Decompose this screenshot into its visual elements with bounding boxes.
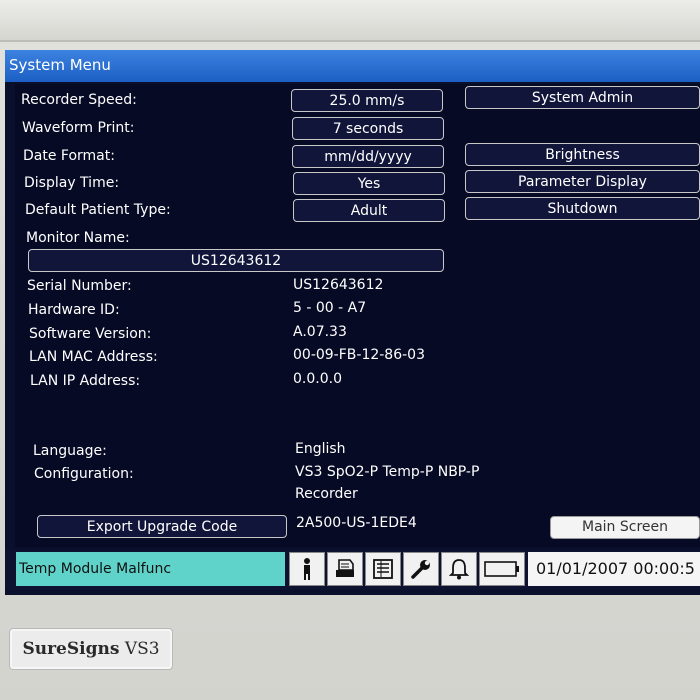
hardware-id-value: 5 - 00 - A7 — [293, 300, 367, 316]
date-format-button[interactable]: mm/dd/yyyy — [292, 145, 444, 168]
waveform-print-label: Waveform Print: — [22, 120, 135, 136]
lan-mac-address-label: LAN MAC Address: — [29, 349, 158, 365]
recorder-speed-button[interactable]: 25.0 mm/s — [291, 89, 443, 112]
parameter-display-button[interactable]: Parameter Display — [465, 170, 700, 193]
date-format-label: Date Format: — [23, 148, 115, 164]
brand-name: SureSigns — [22, 639, 120, 659]
configuration-value-line2: Recorder — [295, 486, 358, 502]
display-time-button[interactable]: Yes — [293, 172, 445, 195]
status-bar: Temp Module Malfunc 01/01/2007 00:00:5 — [5, 550, 700, 590]
system-admin-button[interactable]: System Admin — [465, 86, 700, 109]
system-menu-panel: Recorder Speed: 25.0 mm/s Waveform Print… — [15, 84, 700, 547]
main-screen-button[interactable]: Main Screen — [550, 516, 700, 539]
bezel-top-edge — [0, 0, 700, 42]
software-version-value: A.07.33 — [293, 324, 347, 340]
language-value: English — [295, 441, 346, 457]
software-version-label: Software Version: — [29, 326, 152, 342]
date-time-display: 01/01/2007 00:00:5 — [528, 552, 700, 586]
window-title: System Menu — [9, 56, 111, 74]
hardware-id-label: Hardware ID: — [28, 302, 120, 318]
recorder-speed-label: Recorder Speed: — [21, 92, 137, 108]
lan-ip-address-value: 0.0.0.0 — [293, 371, 342, 387]
upgrade-code-value: 2A500-US-1EDE4 — [296, 515, 417, 531]
wrench-icon[interactable] — [403, 552, 439, 586]
alarm-bell-icon[interactable] — [441, 552, 477, 586]
title-bar: System Menu — [5, 50, 700, 82]
export-upgrade-code-button[interactable]: Export Upgrade Code — [37, 515, 287, 538]
configuration-label: Configuration: — [34, 466, 134, 482]
battery-icon[interactable] — [479, 552, 525, 586]
serial-number-value: US12643612 — [293, 277, 384, 293]
monitor-name-field[interactable]: US12643612 — [28, 249, 444, 272]
display-time-label: Display Time: — [24, 175, 120, 191]
language-label: Language: — [33, 443, 107, 459]
brightness-button[interactable]: Brightness — [465, 143, 700, 166]
default-patient-type-button[interactable]: Adult — [293, 199, 445, 222]
lan-ip-address-label: LAN IP Address: — [30, 373, 141, 389]
print-icon[interactable] — [327, 552, 363, 586]
lan-mac-address-value: 00-09-FB-12-86-03 — [293, 347, 425, 363]
configuration-value: VS3 SpO2-P Temp-P NBP-P — [295, 464, 480, 480]
patient-icon[interactable] — [289, 552, 325, 586]
shutdown-button[interactable]: Shutdown — [465, 197, 700, 220]
trend-icon[interactable] — [365, 552, 401, 586]
monitor-screen: System Menu Recorder Speed: 25.0 mm/s Wa… — [5, 50, 700, 595]
brand-model: VS3 — [124, 639, 160, 659]
serial-number-label: Serial Number: — [27, 278, 132, 294]
waveform-print-button[interactable]: 7 seconds — [292, 117, 444, 140]
monitor-name-label: Monitor Name: — [26, 230, 130, 246]
alarm-message[interactable]: Temp Module Malfunc — [16, 552, 285, 586]
default-patient-type-label: Default Patient Type: — [25, 202, 171, 218]
brand-badge: SureSigns VS3 — [9, 628, 173, 670]
